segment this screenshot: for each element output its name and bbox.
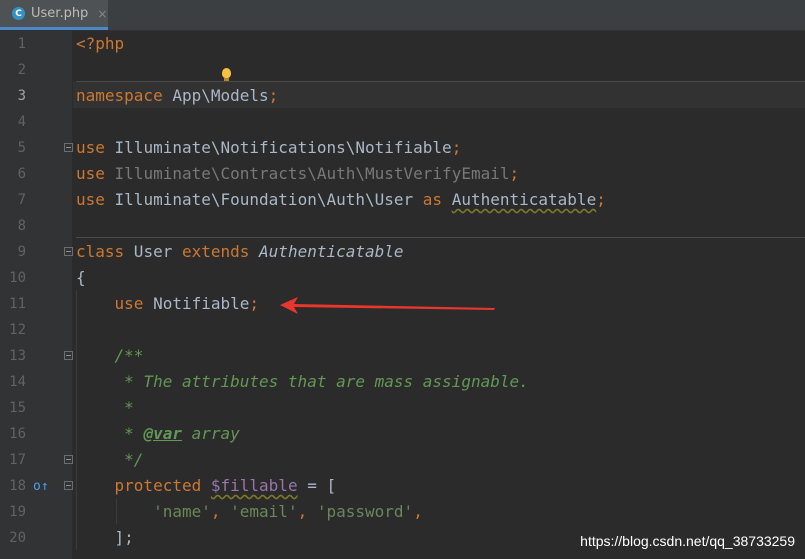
line-number: 9 (17, 244, 26, 260)
line-number: 15 (9, 400, 26, 416)
line-number: 2 (17, 62, 26, 78)
import-path: Illuminate\Notifications\Notifiable (104, 138, 452, 157)
doc-comment: * (114, 398, 134, 417)
doc-comment: * The attributes that are mass assignabl… (114, 372, 529, 391)
keyword: namespace (76, 86, 163, 105)
assignment: = [ (297, 476, 337, 495)
semicolon: ; (268, 86, 279, 105)
namespace-name: App\Models (162, 86, 269, 105)
keyword: use (76, 164, 105, 183)
keyword: as (422, 190, 443, 209)
line-number: 16 (9, 426, 26, 442)
open-brace: { (76, 268, 86, 287)
doc-comment: array (181, 424, 240, 443)
doc-comment: * (114, 424, 144, 443)
line-number: 20 (9, 530, 26, 546)
fold-marker[interactable] (64, 247, 73, 256)
lightbulb-icon[interactable] (222, 68, 231, 81)
tab-user-php[interactable]: C User.php × (0, 0, 108, 30)
import-path: Illuminate\Foundation\Auth\User (104, 190, 423, 209)
line-number: 13 (9, 348, 26, 364)
code-line-16: * @var array (76, 421, 240, 447)
fold-marker[interactable] (64, 143, 73, 152)
alias-name: Authenticatable (451, 190, 597, 209)
keyword: extends (181, 242, 250, 261)
code-line-5: use Illuminate\Notifications\Notifiable; (76, 135, 461, 161)
code-line-1: <?php (76, 31, 124, 57)
line-number: 10 (9, 270, 26, 286)
class-name: User (124, 242, 182, 261)
line-number: 19 (9, 504, 26, 520)
semicolon: ; (249, 294, 260, 313)
editor-tab-bar: C User.php × (0, 0, 805, 31)
doc-tag: @var (143, 424, 182, 443)
comma: , (210, 502, 221, 521)
override-gutter-icon[interactable]: o↑ (33, 479, 49, 494)
doc-comment: /** (114, 346, 144, 365)
line-number: 18 (9, 478, 26, 494)
line-number: 4 (17, 114, 26, 130)
fold-marker[interactable] (64, 481, 73, 490)
red-arrow-annotation (280, 297, 495, 314)
comma: , (297, 502, 308, 521)
semicolon: ; (451, 138, 462, 157)
line-number: 14 (9, 374, 26, 390)
semicolon: ; (509, 164, 520, 183)
code-line-15: * (76, 395, 134, 421)
line-number: 17 (9, 452, 26, 468)
line-number: 11 (9, 296, 26, 312)
line-number: 8 (17, 218, 26, 234)
parent-class-name: Authenticatable (249, 242, 404, 261)
unused-import-path: Illuminate\Contracts\Auth\MustVerifyEmai… (104, 164, 510, 183)
line-number: 3 (17, 88, 26, 104)
close-bracket: ]; (114, 528, 134, 547)
keyword: class (76, 242, 125, 261)
doc-comment: */ (114, 450, 144, 469)
code-line-18: protected $fillable = [ (76, 473, 337, 499)
code-line-9: class User extends Authenticatable (76, 239, 404, 265)
code-line-11: use Notifiable; (76, 291, 260, 317)
code-line-7: use Illuminate\Foundation\Auth\User as A… (76, 187, 606, 213)
code-line-10: { (76, 265, 86, 291)
comma: , (413, 502, 423, 521)
method-separator (76, 81, 805, 82)
code-line-17: */ (76, 447, 143, 473)
method-separator (76, 237, 805, 238)
string-literal: 'email' (230, 502, 298, 521)
code-line-19: 'name', 'email', 'password', (76, 499, 423, 525)
code-line-6: use Illuminate\Contracts\Auth\MustVerify… (76, 161, 519, 187)
semicolon: ; (596, 190, 606, 209)
fold-marker[interactable] (64, 351, 73, 360)
fold-marker[interactable] (64, 455, 73, 464)
keyword: use (114, 294, 144, 313)
php-open-tag: <?php (76, 34, 125, 53)
line-number: 5 (17, 140, 26, 156)
tab-label: User.php (31, 6, 89, 21)
keyword: use (76, 190, 105, 209)
code-line-13: /** (76, 343, 144, 369)
keyword: use (76, 138, 105, 157)
keyword: protected (114, 476, 202, 495)
watermark: https://blog.csdn.net/qq_38733259 (580, 533, 795, 549)
close-icon[interactable]: × (97, 7, 107, 21)
trait-name: Notifiable (143, 294, 250, 313)
code-line-3: namespace App\Models; (76, 83, 278, 109)
line-number: 6 (17, 166, 26, 182)
string-literal: 'password' (316, 502, 414, 521)
code-line-20: ]; (76, 525, 134, 551)
php-class-icon: C (12, 7, 25, 20)
line-number: 7 (17, 192, 26, 208)
line-number: 12 (9, 322, 26, 338)
code-line-14: * The attributes that are mass assignabl… (76, 369, 529, 395)
property-name: $fillable (210, 476, 298, 495)
arrow-shape (280, 297, 495, 314)
string-literal: 'name' (153, 502, 211, 521)
line-number: 1 (17, 36, 26, 52)
